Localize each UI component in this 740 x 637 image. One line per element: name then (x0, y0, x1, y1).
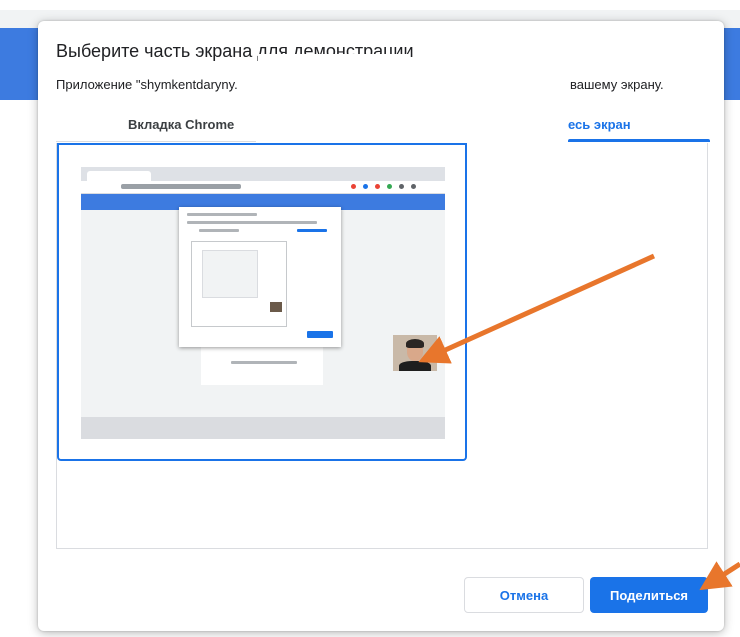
arrow-to-share-button (699, 561, 740, 591)
arrow-to-webcam (418, 253, 656, 364)
arrow-annotation-icon (418, 253, 740, 591)
